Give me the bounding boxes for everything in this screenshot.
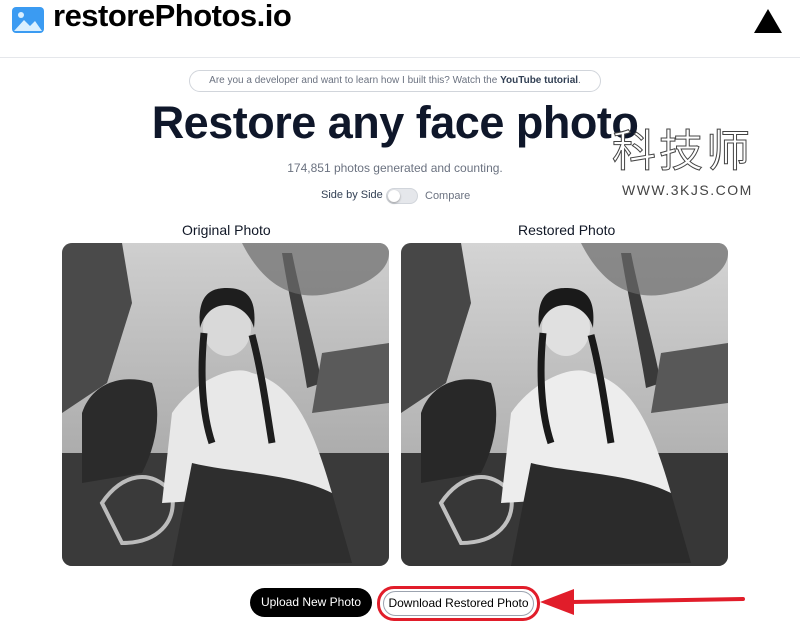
toggle-knob (388, 190, 400, 202)
original-photo (62, 243, 389, 566)
side-by-side-label: Side by Side (321, 189, 383, 201)
triangle-icon[interactable] (754, 9, 782, 33)
compare-toggle[interactable] (386, 188, 418, 204)
image-icon[interactable] (12, 7, 44, 33)
tutorial-banner[interactable]: Are you a developer and want to learn ho… (189, 70, 601, 92)
restored-photo-label: Restored Photo (518, 222, 616, 238)
upload-new-photo-button[interactable]: Upload New Photo (250, 588, 372, 617)
youtube-tutorial-link[interactable]: YouTube tutorial (500, 75, 578, 86)
watermark-chars: 科技师 (612, 126, 753, 177)
compare-label: Compare (425, 190, 471, 202)
brand-name[interactable]: restorePhotos.io (53, 0, 292, 34)
banner-text: Are you a developer and want to learn ho… (209, 75, 501, 86)
banner-suffix: . (578, 75, 581, 86)
watermark: 科技师 WWW.3KJS.COM (612, 126, 772, 205)
watermark-url: WWW.3KJS.COM (622, 182, 753, 198)
restored-photo (401, 243, 728, 566)
original-photo-label: Original Photo (182, 222, 271, 238)
highlight-circle (377, 586, 540, 621)
site-header: restorePhotos.io (0, 0, 800, 58)
arrow-left-icon (540, 589, 745, 615)
